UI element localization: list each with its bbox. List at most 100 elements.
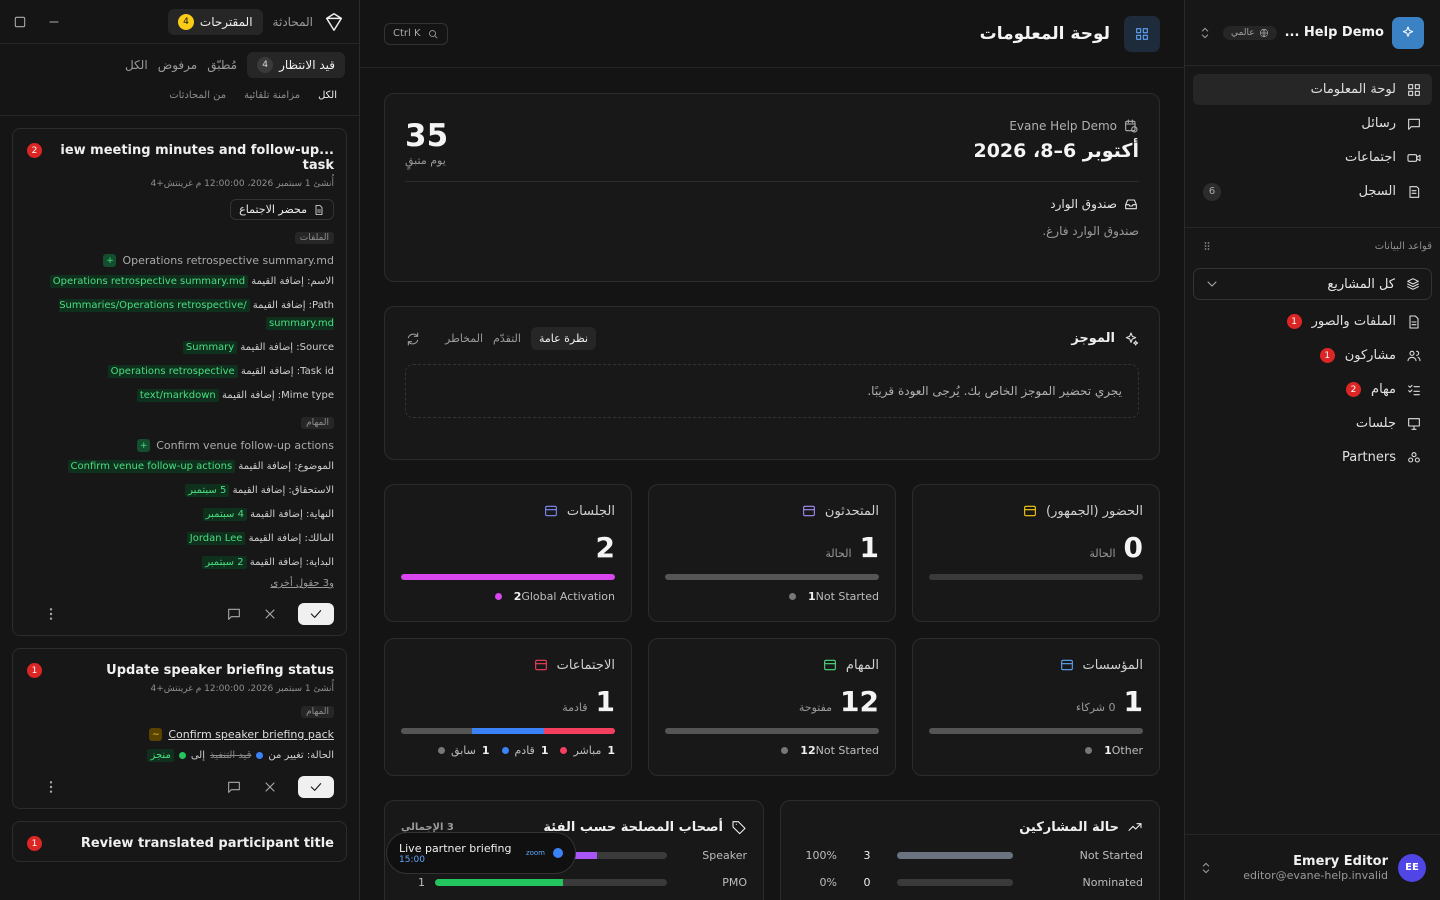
db-item-tasks[interactable]: مهام 2 — [1193, 374, 1432, 405]
stat-sessions[interactable]: الجلسات 2 2Global Activation — [384, 484, 632, 622]
db-item-sessions[interactable]: جلسات — [1193, 408, 1432, 439]
card-date: أُنشئ 1 سبتمبر 2026، 12:00:00 م غرينتش+4 — [150, 179, 334, 189]
filter-applied[interactable]: مُطبّق — [207, 58, 237, 72]
stat-bar — [401, 728, 615, 734]
stat-value: 1 قادمة — [562, 685, 615, 718]
stat-bar — [665, 728, 879, 734]
workspace-switcher[interactable]: Help Demo ... عالمي — [1185, 0, 1440, 66]
filter-all[interactable]: الكل — [125, 58, 148, 72]
tab-overview[interactable]: نظرة عامة — [530, 327, 597, 350]
stats-grid: الحضور (الجمهور) 0 الحالة المتحدثون 1 الحالة 1… — [384, 484, 1160, 776]
nav-messages[interactable]: رسائل — [1193, 108, 1432, 139]
stat-bar-segment — [401, 574, 615, 580]
inbox-title: صندوق الوارد — [405, 196, 1139, 212]
stat-speakers[interactable]: المتحدثون 1 الحالة 1Not Started — [648, 484, 896, 622]
inbox-empty-text: صندوق الوارد فارغ. — [1042, 224, 1139, 238]
source-auto-sync[interactable]: مزامنة تلقائية — [244, 90, 300, 101]
stat-value: 12 مفتوحة — [798, 685, 879, 718]
stat-attendance[interactable]: الحضور (الجمهور) 0 الحالة — [912, 484, 1160, 622]
db-item-participants[interactable]: مشاركون 1 — [1193, 340, 1432, 371]
field-change: النهاية: إضافة القيمة 4 سبتمبر — [25, 506, 334, 524]
message-icon — [1408, 118, 1420, 130]
stat-icon — [533, 657, 549, 673]
field-change: المالك: إضافة القيمة Jordan Lee — [25, 530, 334, 548]
chevron-updown-icon[interactable] — [1197, 25, 1213, 41]
files-badge: 1 — [1286, 314, 1302, 329]
tasks-tag: المهام — [301, 706, 334, 718]
stat-meetings[interactable]: الاجتماعات 1 قادمة 1مباشر 1قادم 1سابق — [384, 638, 632, 776]
comment-icon[interactable] — [226, 606, 242, 622]
more-fields-link[interactable]: و3 حقول أخرى — [25, 578, 334, 589]
workspace-logo-icon — [1392, 16, 1424, 49]
sparkles-icon — [1125, 331, 1139, 346]
meeting-minutes-button[interactable]: محضر الاجتماع — [230, 199, 334, 220]
reject-icon[interactable] — [262, 606, 278, 622]
minimize-icon[interactable] — [46, 14, 62, 30]
filter-rejected[interactable]: مرفوض — [158, 58, 198, 72]
stat-legend: 12Not Started — [665, 744, 879, 757]
calendar-org: Evane Help Demo — [973, 118, 1139, 134]
db-item-files[interactable]: الملفات والصور 1 — [1193, 306, 1432, 337]
more-vertical-icon[interactable] — [43, 606, 59, 622]
filter-pending[interactable]: قيد الانتظار 4 — [247, 52, 345, 78]
db-item-partners[interactable]: Partners — [1193, 442, 1432, 473]
live-meeting-toast[interactable]: Live partner briefing 15:00 zoom — [386, 832, 576, 874]
source-from-chats[interactable]: من المحادثات — [169, 90, 226, 101]
live-indicator-icon — [553, 848, 563, 858]
stat-bar-segment — [665, 728, 879, 734]
stat-organizations[interactable]: المؤسسات 1 0 شركاء 1Other — [912, 638, 1160, 776]
chevron-updown-icon[interactable] — [1198, 860, 1214, 876]
stat-bar-segment — [929, 728, 1143, 734]
legend-item: 1Other — [1085, 744, 1143, 757]
suggestions-count-badge: 4 — [177, 13, 194, 30]
reject-icon[interactable] — [262, 779, 278, 795]
stat-icon — [801, 503, 817, 519]
source-all[interactable]: الكل — [318, 90, 337, 101]
legend-item: 12Not Started — [781, 744, 879, 757]
tasks-badge: 2 — [1346, 382, 1362, 397]
suggestion-card: 1 Review translated participant title — [12, 821, 347, 862]
stat-bar-segment — [401, 728, 473, 734]
stat-tasks[interactable]: المهام 12 مفتوحة 12Not Started — [648, 638, 896, 776]
field-change: الاستحقاق: إضافة القيمة 5 سبتمبر — [25, 482, 334, 500]
main-nav: لوحة المعلومات رسائل اجتماعات السجل 6 — [1185, 66, 1440, 207]
stat-header: المتحدثون — [665, 503, 879, 519]
trend-icon — [1128, 823, 1142, 831]
nav-meetings[interactable]: اجتماعات — [1193, 142, 1432, 173]
pending-count-badge: 4 — [257, 57, 274, 73]
nav-dashboard[interactable]: لوحة المعلومات — [1193, 74, 1432, 105]
task-record[interactable]: Confirm speaker briefing pack ~ — [25, 728, 334, 741]
nav-log[interactable]: السجل 6 — [1193, 176, 1432, 207]
project-select[interactable]: كل المشاريع — [1193, 268, 1432, 300]
tab-progress[interactable]: التقدّم — [493, 332, 521, 345]
modify-icon: ~ — [149, 728, 163, 741]
comment-icon[interactable] — [226, 779, 242, 795]
approve-button[interactable] — [298, 603, 334, 625]
stat-value: 10 شركاء — [1075, 685, 1143, 718]
file-record[interactable]: Operations retrospective summary.md + — [25, 254, 334, 267]
log-icon — [1409, 185, 1420, 198]
tab-suggestions[interactable]: المقترحات 4 — [167, 8, 263, 35]
stat-bar — [929, 728, 1143, 734]
user-name: Emery Editor — [1293, 853, 1388, 869]
files-tag: الملفات — [294, 232, 334, 244]
event-date-range: أكتوبر 6–8، 2026 — [973, 140, 1139, 162]
stat-bar-segment — [472, 728, 544, 734]
approve-button[interactable] — [298, 776, 334, 798]
drag-handle-icon[interactable] — [1201, 240, 1213, 252]
users-icon — [1407, 350, 1421, 361]
user-menu[interactable]: EE Emery Editor editor@evane-help.invali… — [1184, 834, 1440, 900]
dashboard-main: لوحة المعلومات Ctrl K Evane Help Demo أك… — [360, 0, 1184, 900]
expand-window-icon[interactable] — [12, 14, 28, 30]
task-record[interactable]: Confirm venue follow-up actions + — [25, 439, 334, 452]
database-list: الملفات والصور 1 مشاركون 1 مهام 2 جلسات … — [1185, 306, 1440, 473]
stat-legend: 1مباشر 1قادم 1سابق — [401, 744, 615, 757]
refresh-icon[interactable] — [405, 331, 421, 347]
legend-item: 2Global Activation — [494, 590, 615, 603]
briefing-message: يجري تحضير الموجز الخاص بك. يُرجى العودة… — [405, 364, 1139, 418]
more-vertical-icon[interactable] — [43, 779, 59, 795]
tab-risks[interactable]: المخاطر — [445, 332, 483, 345]
command-search-button[interactable]: Ctrl K — [384, 22, 448, 45]
tab-conversation[interactable]: المحادثة — [273, 15, 313, 29]
checklist-icon — [1408, 384, 1420, 395]
